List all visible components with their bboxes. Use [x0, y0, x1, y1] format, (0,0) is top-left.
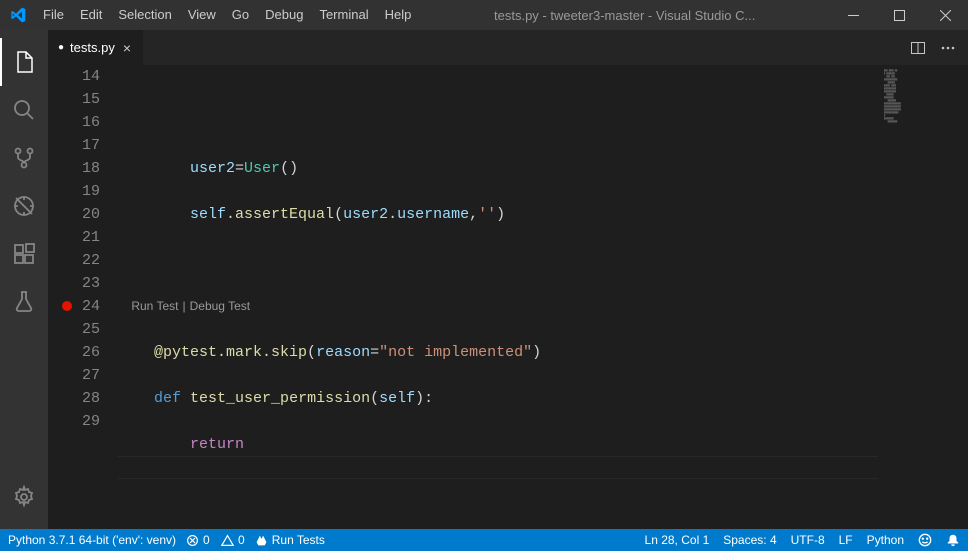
split-editor-icon[interactable]	[910, 40, 926, 56]
line-number-gutter: 14 15 16 17 18 19 20 21 22 23 24 25 26 2…	[48, 65, 118, 529]
debug-icon[interactable]	[0, 182, 48, 230]
minimap[interactable]: ███ ████ ██ █ ███████ ███ ███ ██████████…	[878, 65, 968, 529]
menu-view[interactable]: View	[180, 0, 224, 30]
eol[interactable]: LF	[839, 533, 853, 547]
status-bar: Python 3.7.1 64-bit ('env': venv) 0 0 Ru…	[0, 529, 968, 551]
editor[interactable]: 14 15 16 17 18 19 20 21 22 23 24 25 26 2…	[48, 65, 968, 529]
python-env[interactable]: Python 3.7.1 64-bit ('env': venv)	[8, 533, 176, 547]
activity-bar	[0, 30, 48, 529]
menu-debug[interactable]: Debug	[257, 0, 311, 30]
menu-go[interactable]: Go	[224, 0, 257, 30]
menu-help[interactable]: Help	[377, 0, 420, 30]
close-button[interactable]	[922, 0, 968, 30]
run-tests[interactable]: Run Tests	[255, 533, 325, 547]
minimize-button[interactable]	[830, 0, 876, 30]
line-col[interactable]: Ln 28, Col 1	[645, 533, 710, 547]
language-mode[interactable]: Python	[867, 533, 904, 547]
window-title: tests.py - tweeter3-master - Visual Stud…	[419, 8, 830, 23]
notifications-icon[interactable]	[946, 533, 960, 547]
tab-label: tests.py	[70, 40, 115, 55]
breakpoint-icon[interactable]	[62, 301, 72, 311]
menu-edit[interactable]: Edit	[72, 0, 110, 30]
encoding[interactable]: UTF-8	[791, 533, 825, 547]
extensions-icon[interactable]	[0, 230, 48, 278]
feedback-icon[interactable]	[918, 533, 932, 547]
indentation[interactable]: Spaces: 4	[723, 533, 776, 547]
more-actions-icon[interactable]	[940, 40, 956, 56]
settings-icon[interactable]	[0, 473, 48, 521]
codelens-run-test[interactable]: Run Test	[131, 299, 178, 313]
codelens-debug-test[interactable]: Debug Test	[190, 299, 251, 313]
test-icon[interactable]	[0, 278, 48, 326]
explorer-icon[interactable]	[0, 38, 48, 86]
tab-tests-py[interactable]: ● tests.py ×	[48, 30, 143, 65]
menu-selection[interactable]: Selection	[110, 0, 179, 30]
code-area[interactable]: user2=User() self.assertEqual(user2.user…	[118, 65, 878, 529]
window-controls	[830, 0, 968, 30]
problems[interactable]: 0 0	[186, 533, 245, 547]
title-bar: File Edit Selection View Go Debug Termin…	[0, 0, 968, 30]
tab-close-icon[interactable]: ×	[121, 40, 133, 56]
menu-file[interactable]: File	[35, 0, 72, 30]
menu-bar: File Edit Selection View Go Debug Termin…	[35, 0, 419, 30]
menu-terminal[interactable]: Terminal	[311, 0, 376, 30]
maximize-button[interactable]	[876, 0, 922, 30]
search-icon[interactable]	[0, 86, 48, 134]
editor-actions	[910, 40, 968, 56]
tab-bar: ● tests.py ×	[48, 30, 968, 65]
vscode-logo	[0, 7, 35, 23]
source-control-icon[interactable]	[0, 134, 48, 182]
modified-indicator-icon: ●	[58, 42, 64, 53]
